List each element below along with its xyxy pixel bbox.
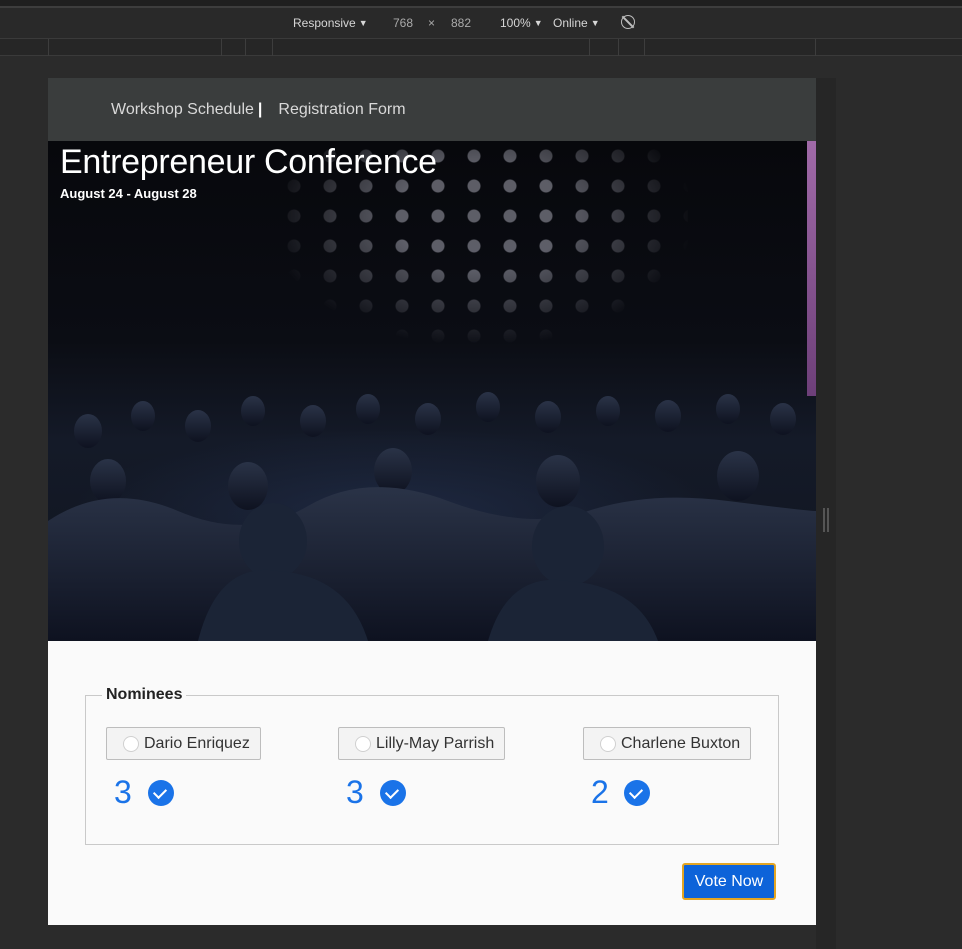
candidate-name: Dario Enriquez bbox=[144, 734, 250, 752]
chevron-down-icon: ▼ bbox=[590, 18, 600, 28]
dimension-separator: × bbox=[428, 16, 436, 30]
zoom-label: 100% bbox=[500, 16, 531, 30]
width-input[interactable]: 768 bbox=[393, 16, 413, 30]
candidate-option-lilly-may-parrish[interactable]: Lilly-May Parrish bbox=[338, 727, 506, 760]
vote-count: 2 bbox=[591, 774, 609, 810]
candidate-name: Charlene Buxton bbox=[621, 734, 741, 752]
page-title: Entrepreneur Conference bbox=[60, 143, 437, 181]
device-select[interactable]: Responsive ▼ bbox=[293, 16, 368, 30]
audience-photo bbox=[48, 392, 816, 641]
vote-now-button[interactable]: Vote Now bbox=[682, 863, 776, 900]
radio-icon[interactable] bbox=[600, 735, 616, 752]
rotate-icon[interactable] bbox=[621, 15, 635, 29]
candidate-option-charlene-buxton[interactable]: Charlene Buxton bbox=[583, 727, 752, 760]
hero-banner: Entrepreneur Conference August 24 - Augu… bbox=[48, 141, 816, 641]
nominees-legend: Nominees bbox=[102, 686, 187, 704]
nav-separator: | bbox=[257, 100, 263, 118]
event-dates: August 24 - August 28 bbox=[60, 186, 197, 201]
nav-link-workshop-schedule[interactable]: Workshop Schedule bbox=[111, 101, 254, 119]
devtools-top-strip bbox=[0, 0, 962, 8]
devtools-device-toolbar: Responsive ▼ 768 × 882 100% ▼ Online ▼ bbox=[0, 8, 962, 38]
zoom-select[interactable]: 100% ▼ bbox=[500, 16, 543, 30]
radio-icon[interactable] bbox=[123, 735, 139, 752]
check-circle-icon bbox=[380, 780, 406, 806]
vote-count: 3 bbox=[114, 774, 132, 810]
candidate-name: Lilly-May Parrish bbox=[376, 734, 495, 752]
nominees-fieldset: Nominees Dario Enriquez 3 Lilly-May Parr… bbox=[85, 686, 779, 845]
check-circle-icon bbox=[624, 780, 650, 806]
candidate-option-dario-enriquez[interactable]: Dario Enriquez bbox=[106, 727, 261, 760]
height-input[interactable]: 882 bbox=[451, 16, 471, 30]
page-viewport: Workshop Schedule | Registration Form En… bbox=[48, 78, 816, 925]
stage-screen-edge bbox=[807, 141, 816, 396]
check-circle-icon bbox=[148, 780, 174, 806]
chevron-down-icon: ▼ bbox=[358, 18, 368, 28]
vote-count: 3 bbox=[346, 774, 364, 810]
throttle-select[interactable]: Online ▼ bbox=[553, 16, 600, 30]
device-label: Responsive bbox=[293, 16, 356, 30]
top-navigation: Workshop Schedule | Registration Form bbox=[48, 78, 816, 141]
radio-icon[interactable] bbox=[355, 735, 371, 752]
resize-handle[interactable] bbox=[823, 508, 829, 532]
throttle-label: Online bbox=[553, 16, 588, 30]
media-query-ruler bbox=[0, 38, 962, 56]
chevron-down-icon: ▼ bbox=[533, 18, 543, 28]
nav-link-registration-form[interactable]: Registration Form bbox=[278, 101, 405, 119]
